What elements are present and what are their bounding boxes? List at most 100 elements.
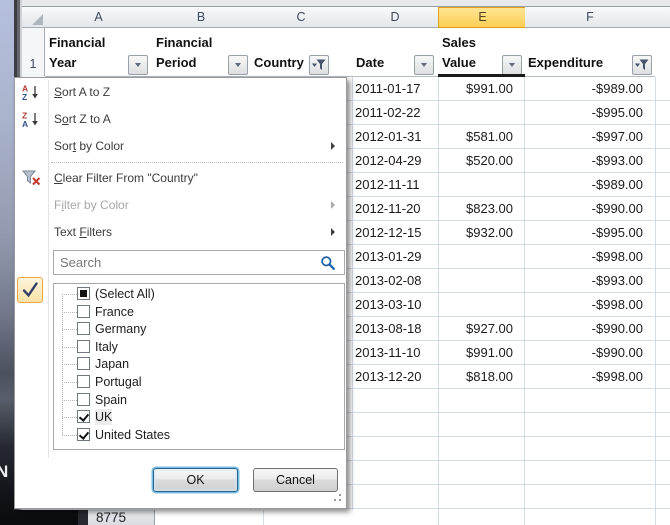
menu-item-filter-by-color[interactable]: Filter by Color bbox=[15, 192, 345, 219]
behind-window-cells bbox=[155, 510, 670, 525]
menu-item-sort-a-to-z[interactable]: A Z Sort A to Z bbox=[15, 79, 345, 106]
expenditure-cell[interactable]: -$998.00 bbox=[524, 365, 643, 388]
list-item-label: France bbox=[95, 304, 134, 320]
date-cell[interactable]: 2013-02-08 bbox=[355, 269, 422, 292]
sales-value-cell[interactable]: $932.00 bbox=[438, 221, 513, 244]
list-item-label: (Select All) bbox=[95, 286, 155, 302]
sort-za-icon: Z A bbox=[22, 111, 39, 128]
sales-value-cell[interactable]: $927.00 bbox=[438, 317, 513, 340]
sort-az-icon: A Z bbox=[22, 84, 39, 101]
ok-button[interactable]: OK bbox=[153, 468, 238, 492]
list-item[interactable]: France bbox=[54, 304, 344, 322]
checkbox[interactable] bbox=[77, 357, 90, 370]
checkbox[interactable] bbox=[77, 287, 90, 300]
filter-active-button-expenditure[interactable] bbox=[632, 55, 652, 75]
filter-dropdown-button-date[interactable] bbox=[414, 55, 434, 75]
expenditure-cell[interactable]: -$993.00 bbox=[524, 149, 643, 172]
expenditure-cell[interactable]: -$989.00 bbox=[524, 77, 643, 100]
column-header-c[interactable]: C bbox=[250, 7, 353, 28]
date-cell[interactable]: 2011-02-22 bbox=[355, 101, 421, 124]
menu-item-clear-filter[interactable]: Clear Filter From "Country" bbox=[15, 165, 345, 192]
list-item[interactable]: (Select All) bbox=[54, 286, 344, 304]
filter-dropdown-button-value[interactable] bbox=[502, 55, 522, 75]
date-cell[interactable]: 2013-12-20 bbox=[355, 365, 422, 388]
checkbox[interactable] bbox=[77, 340, 90, 353]
list-item-label: Japan bbox=[95, 356, 129, 372]
svg-text:Z: Z bbox=[22, 92, 27, 101]
filter-value-list[interactable]: (Select All) France Germany Italy Japan … bbox=[53, 283, 345, 450]
expenditure-cell[interactable]: -$993.00 bbox=[524, 269, 643, 292]
checkmark-icon bbox=[18, 278, 42, 302]
list-item[interactable]: United States bbox=[54, 427, 344, 445]
sales-value-cell[interactable]: $818.00 bbox=[438, 365, 513, 388]
submenu-arrow-icon bbox=[331, 228, 335, 236]
date-cell[interactable]: 2012-12-15 bbox=[355, 221, 422, 244]
filter-dropdown-button-year[interactable] bbox=[128, 55, 148, 75]
resize-grip[interactable] bbox=[328, 494, 342, 505]
search-input[interactable]: Search bbox=[53, 250, 345, 275]
menu-item-sort-by-color[interactable]: Sort by Color bbox=[15, 133, 345, 160]
expenditure-cell[interactable]: -$990.00 bbox=[524, 197, 643, 220]
cancel-button[interactable]: Cancel bbox=[253, 468, 338, 492]
expenditure-cell[interactable]: -$990.00 bbox=[524, 317, 643, 340]
expenditure-cell[interactable]: -$989.00 bbox=[524, 173, 643, 196]
sales-value-cell[interactable]: $991.00 bbox=[438, 341, 513, 364]
column-header-a[interactable]: A bbox=[45, 7, 153, 28]
filter-active-button-country[interactable] bbox=[309, 55, 329, 75]
expenditure-cell[interactable]: -$995.00 bbox=[524, 221, 643, 244]
svg-text:A: A bbox=[22, 119, 28, 128]
list-item[interactable]: Germany bbox=[54, 321, 344, 339]
list-item[interactable]: Spain bbox=[54, 392, 344, 410]
list-item[interactable]: Portugal bbox=[54, 374, 344, 392]
date-cell[interactable]: 2012-11-11 bbox=[355, 173, 420, 196]
checkbox[interactable] bbox=[77, 375, 90, 388]
checkbox[interactable] bbox=[77, 410, 90, 423]
column-header-f[interactable]: F bbox=[525, 7, 656, 28]
column-header-d[interactable]: D bbox=[352, 7, 439, 28]
sales-value-cell[interactable]: $823.00 bbox=[438, 197, 513, 220]
checkbox[interactable] bbox=[77, 305, 90, 318]
column-header-g-partial[interactable] bbox=[655, 7, 670, 28]
menu-item-sort-z-to-a[interactable]: Z A Sort Z to A bbox=[15, 106, 345, 133]
sales-value-cell[interactable]: $581.00 bbox=[438, 125, 513, 148]
list-item[interactable]: Japan bbox=[54, 356, 344, 374]
date-cell[interactable]: 2013-03-10 bbox=[355, 293, 422, 316]
column-header-e-selected[interactable]: E bbox=[438, 7, 527, 28]
sales-value-cell[interactable]: $991.00 bbox=[438, 77, 513, 100]
menu-item-text-filters[interactable]: Text Filters bbox=[15, 219, 345, 246]
expenditure-cell[interactable]: -$990.00 bbox=[524, 341, 643, 364]
row-header-1[interactable]: 1 bbox=[22, 28, 45, 76]
header-line2: Country bbox=[254, 53, 352, 73]
checkbox[interactable] bbox=[77, 428, 90, 441]
submenu-arrow-icon bbox=[331, 142, 335, 150]
desktop-wallpaper-letter: N bbox=[0, 462, 8, 482]
sales-value-cell[interactable]: $520.00 bbox=[438, 149, 513, 172]
apply-check-button[interactable] bbox=[17, 277, 43, 303]
date-cell[interactable]: 2012-04-29 bbox=[355, 149, 422, 172]
list-item[interactable]: UK bbox=[54, 409, 344, 427]
chevron-down-icon bbox=[235, 63, 241, 67]
checkbox[interactable] bbox=[77, 393, 90, 406]
select-all-corner[interactable] bbox=[22, 7, 46, 28]
list-item-label: Portugal bbox=[95, 374, 142, 390]
cell-c1[interactable]: Country bbox=[250, 28, 352, 77]
date-cell[interactable]: 2012-11-20 bbox=[355, 197, 421, 220]
list-item[interactable]: Italy bbox=[54, 339, 344, 357]
tree-connector-stub bbox=[62, 435, 77, 436]
filter-dropdown-button-period[interactable] bbox=[228, 55, 248, 75]
date-cell[interactable]: 2012-01-31 bbox=[355, 125, 422, 148]
date-cell[interactable]: 2013-08-18 bbox=[355, 317, 422, 340]
expenditure-cell[interactable]: -$998.00 bbox=[524, 293, 643, 316]
tree-connector-stub bbox=[62, 347, 77, 348]
checkbox[interactable] bbox=[77, 322, 90, 335]
row-header-8775[interactable]: 8775 bbox=[88, 510, 155, 525]
tree-connector-stub bbox=[62, 294, 77, 295]
date-cell[interactable]: 2013-11-10 bbox=[355, 341, 421, 364]
date-cell[interactable]: 2011-01-17 bbox=[355, 77, 421, 100]
expenditure-cell[interactable]: -$995.00 bbox=[524, 101, 643, 124]
expenditure-cell[interactable]: -$998.00 bbox=[524, 245, 643, 268]
list-item-label: Italy bbox=[95, 339, 118, 355]
expenditure-cell[interactable]: -$997.00 bbox=[524, 125, 643, 148]
column-header-b[interactable]: B bbox=[152, 7, 251, 28]
date-cell[interactable]: 2013-01-29 bbox=[355, 245, 422, 268]
